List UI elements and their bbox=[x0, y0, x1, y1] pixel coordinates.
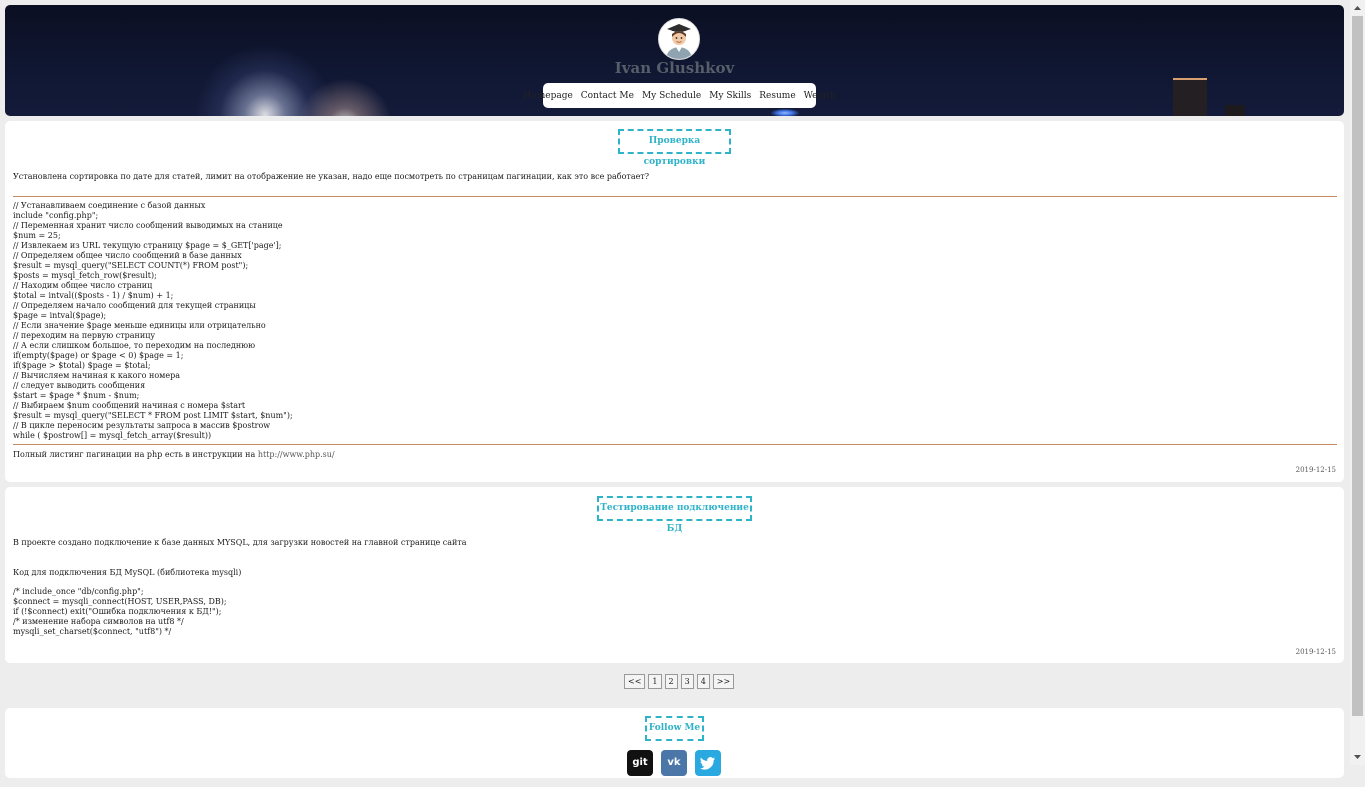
code-block: // Устанавливаем соединение с базой данн… bbox=[13, 201, 293, 441]
light-image bbox=[771, 109, 799, 116]
divider bbox=[13, 196, 1337, 197]
page-prev-button[interactable]: << bbox=[624, 674, 646, 689]
code-line: // Переменная хранит число сообщений выв… bbox=[13, 221, 283, 230]
code-line: $start = $page * $num - $num; bbox=[13, 391, 140, 400]
article-card: Проверка сортировки Установлена сортиров… bbox=[5, 121, 1344, 482]
code-line: $num = 25; bbox=[13, 231, 61, 240]
code-line: mysqli_set_charset($connect, "utf8") */ bbox=[13, 627, 172, 636]
code-line: /* изменение набора символов на utf8 */ bbox=[13, 617, 184, 626]
page-4-button[interactable]: 4 bbox=[696, 674, 710, 689]
twitter-icon[interactable] bbox=[695, 750, 721, 776]
divider bbox=[13, 444, 1337, 445]
article-date: 2019-12-15 bbox=[1295, 648, 1336, 656]
pagination: << 1 2 3 4 >> bbox=[624, 674, 735, 689]
code-line: while ( $postrow[] = mysql_fetch_array($… bbox=[13, 431, 212, 440]
nav-contact-me[interactable]: Contact Me bbox=[581, 91, 634, 101]
page-next-button[interactable]: >> bbox=[712, 674, 735, 689]
article-card: Тестирование подключение БД В проекте со… bbox=[5, 487, 1344, 663]
code-line: $result = mysql_query("SELECT * FROM pos… bbox=[13, 411, 293, 420]
scrollbar-thumb[interactable] bbox=[1352, 16, 1363, 716]
code-block: /* include_once "db/config.php"; $connect… bbox=[13, 587, 227, 637]
building-image bbox=[1173, 78, 1207, 116]
nav-weigth[interactable]: Weigth bbox=[804, 91, 836, 101]
page-3-button[interactable]: 3 bbox=[680, 674, 694, 689]
article-subtitle: Код для подключения БД MySQL (библиотека… bbox=[13, 568, 242, 577]
code-line: // Извлекаем из URL текущую страницу $pa… bbox=[13, 241, 282, 250]
nav-resume[interactable]: Resume bbox=[759, 91, 795, 101]
code-line: // переходим на первую страницу bbox=[13, 331, 156, 340]
vk-icon[interactable]: vk bbox=[661, 750, 687, 776]
follow-me-title: Follow Me bbox=[645, 716, 704, 741]
code-line: /* include_once "db/config.php"; bbox=[13, 587, 144, 596]
code-line: include "config.php"; bbox=[13, 211, 99, 220]
code-line: // Устанавливаем соединение с базой данн… bbox=[13, 201, 206, 210]
footer: Follow Me git vk bbox=[5, 708, 1344, 778]
header-banner: Ivan Glushkov Homepage Contact Me My Sch… bbox=[5, 5, 1344, 116]
code-line: $posts = mysql_fetch_row($result); bbox=[13, 271, 157, 280]
main-nav: Homepage Contact Me My Schedule My Skill… bbox=[523, 83, 836, 108]
site-name: Ivan Glushkov bbox=[614, 59, 735, 77]
scroll-up-arrow-icon[interactable] bbox=[1350, 0, 1365, 16]
article-title[interactable]: Проверка сортировки bbox=[618, 129, 731, 167]
article-title[interactable]: Тестирование подключение БД bbox=[597, 496, 752, 534]
code-line: $connect = mysqli_connect(HOST, USER,PAS… bbox=[13, 597, 227, 606]
nav-my-schedule[interactable]: My Schedule bbox=[642, 91, 701, 101]
vk-label: vk bbox=[667, 757, 681, 768]
scrollbar[interactable] bbox=[1350, 0, 1365, 765]
building-image bbox=[1225, 105, 1245, 116]
code-line: if (!$connect) exit("Ошибка подключения … bbox=[13, 607, 222, 616]
article-date: 2019-12-15 bbox=[1295, 466, 1336, 474]
code-line: // Если значение $page меньше единицы ил… bbox=[13, 321, 266, 330]
code-line: if(empty($page) or $page < 0) $page = 1; bbox=[13, 351, 184, 360]
article-outro: Полный листинг пагинации на php есть в и… bbox=[13, 450, 335, 460]
code-line: if($page > $total) $page = $total; bbox=[13, 361, 151, 370]
code-line: $total = intval(($posts - 1) / $num) + 1… bbox=[13, 291, 174, 300]
nav-homepage[interactable]: Homepage bbox=[523, 91, 572, 101]
code-line: // следует выводить сообщения bbox=[13, 381, 146, 390]
outro-link[interactable]: http://www.php.su/ bbox=[258, 450, 335, 459]
code-line: // Находим общее число страниц bbox=[13, 281, 153, 290]
code-line: // Вычисляем начиная к какого номера bbox=[13, 371, 180, 380]
code-line: // Определяем общее число сообщений в ба… bbox=[13, 251, 242, 260]
page: Ivan Glushkov Homepage Contact Me My Sch… bbox=[0, 0, 1350, 778]
code-line: // Определяем начало сообщений для текущ… bbox=[13, 301, 256, 310]
avatar bbox=[658, 18, 700, 60]
code-line: // А если слишком большое, то переходим … bbox=[13, 341, 256, 350]
git-icon[interactable]: git bbox=[627, 750, 653, 776]
scroll-down-arrow-icon[interactable] bbox=[1350, 749, 1365, 765]
code-line: $result = mysql_query("SELECT COUNT(*) F… bbox=[13, 261, 249, 270]
nav-my-skills[interactable]: My Skills bbox=[709, 91, 751, 101]
article-intro: В проекте создано подключение к базе дан… bbox=[13, 538, 467, 547]
outro-text: Полный листинг пагинации на php есть в и… bbox=[13, 450, 256, 459]
git-label: git bbox=[632, 757, 648, 768]
code-line: // Выбираем $num сообщений начиная с ном… bbox=[13, 401, 246, 410]
page-2-button[interactable]: 2 bbox=[664, 674, 678, 689]
page-1-button[interactable]: 1 bbox=[648, 674, 662, 689]
code-line: // В цикле переносим результаты запроса … bbox=[13, 421, 271, 430]
code-line: $page = intval($page); bbox=[13, 311, 107, 320]
article-intro: Установлена сортировка по дате для стате… bbox=[13, 172, 650, 181]
